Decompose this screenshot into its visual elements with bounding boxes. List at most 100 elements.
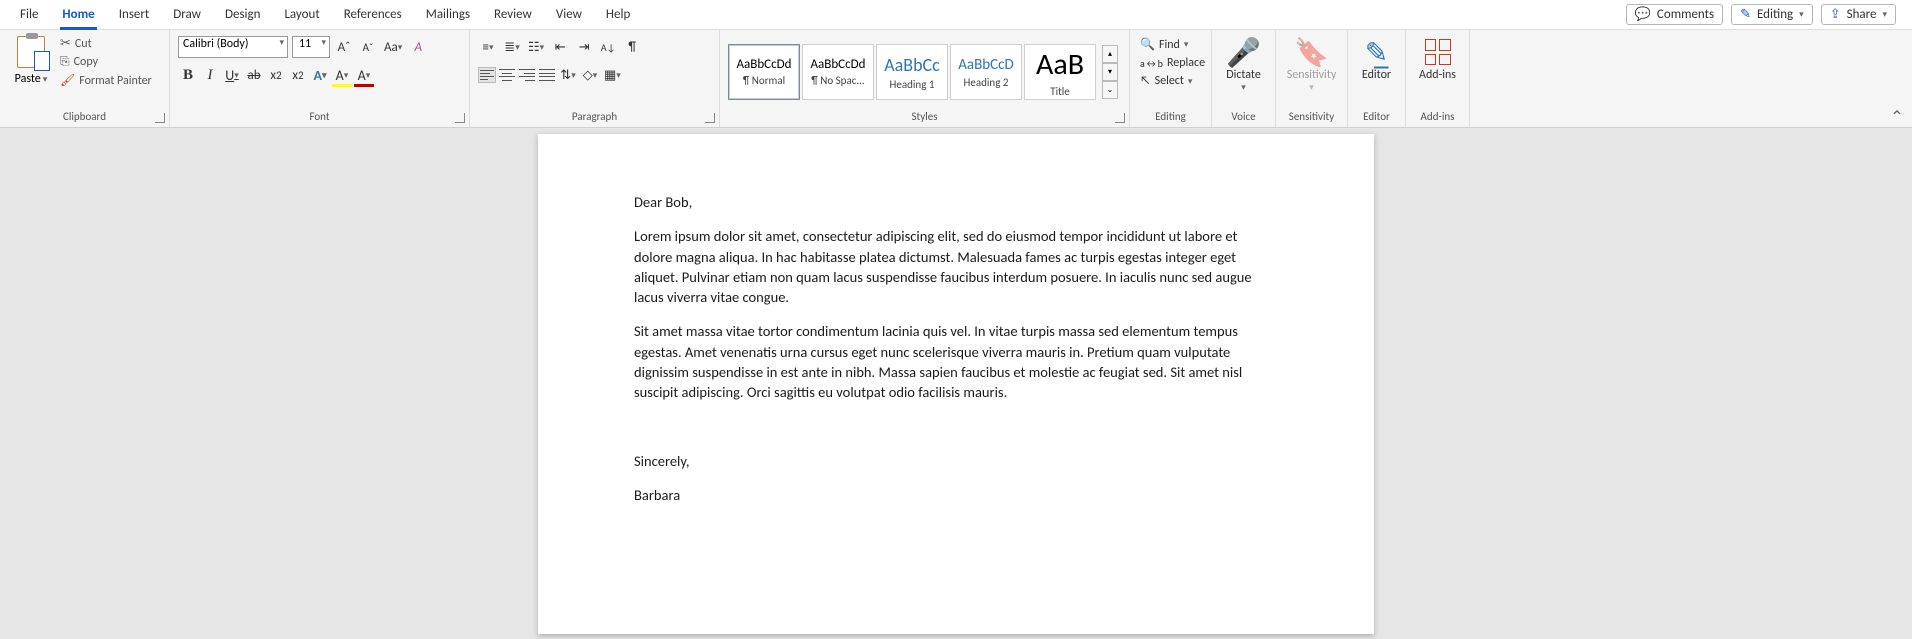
group-editor: ✎̲ Editor Editor xyxy=(1348,30,1406,127)
doc-greeting[interactable]: Dear Bob, xyxy=(634,192,1278,212)
style-preview: AaBbCcDd xyxy=(737,57,792,74)
tab-review[interactable]: Review xyxy=(482,0,544,30)
text-effects-button[interactable]: A▾ xyxy=(310,64,330,86)
sort-button[interactable]: A↓ xyxy=(598,36,618,58)
font-color-swatch xyxy=(354,84,374,87)
tab-references[interactable]: References xyxy=(332,0,414,30)
tab-mailings[interactable]: Mailings xyxy=(414,0,482,30)
underline-button[interactable]: U▾ xyxy=(222,64,242,86)
chevron-down-icon: ▾ xyxy=(1188,76,1193,87)
font-color-button[interactable]: A▾ xyxy=(354,64,374,86)
dialog-launcher-icon[interactable] xyxy=(1115,113,1125,123)
style-tile-title[interactable]: AaBTitle xyxy=(1024,44,1096,100)
highlight-swatch xyxy=(332,84,352,87)
document-page[interactable]: Dear Bob, Lorem ipsum dolor sit amet, co… xyxy=(538,134,1374,634)
editor-button[interactable]: ✎̲ Editor xyxy=(1356,36,1397,82)
select-button[interactable]: ↖Select▾ xyxy=(1138,73,1207,89)
multilevel-list-button[interactable]: ☷▾ xyxy=(526,36,546,58)
bullets-button[interactable]: ≡▾ xyxy=(478,36,498,58)
comments-button[interactable]: 💬 Comments xyxy=(1626,4,1723,25)
tab-home[interactable]: Home xyxy=(50,0,106,30)
style-tile---no-spac---[interactable]: AaBbCcDd¶ No Spac... xyxy=(802,44,874,100)
doc-signature[interactable]: Barbara xyxy=(634,485,1278,505)
dialog-launcher-icon[interactable] xyxy=(455,113,465,123)
editor-icon: ✎̲ xyxy=(1365,36,1388,68)
group-label: Font xyxy=(309,110,329,123)
find-button[interactable]: 🔍Find▾ xyxy=(1138,36,1207,53)
ribbon: Paste▾ ✂Cut ⎘Copy 🖌Format Painter Clipbo… xyxy=(0,30,1912,128)
subscript-button[interactable]: x2 xyxy=(266,64,286,86)
replace-icon: a↔b xyxy=(1140,57,1163,70)
clear-formatting-button[interactable]: A xyxy=(408,36,428,58)
bold-button[interactable]: B xyxy=(178,64,198,86)
tab-insert[interactable]: Insert xyxy=(107,0,162,30)
styles-expand[interactable]: ⌄ xyxy=(1102,81,1118,99)
align-left-button[interactable] xyxy=(478,67,496,83)
paste-label: Paste xyxy=(15,72,41,86)
share-button[interactable]: ⇪ Share ▾ xyxy=(1821,4,1896,25)
chevron-down-icon: ▾ xyxy=(234,70,239,81)
style-name: Heading 1 xyxy=(890,78,935,91)
italic-button[interactable]: I xyxy=(200,64,220,86)
doc-blank[interactable] xyxy=(634,417,1278,437)
clipboard-icon xyxy=(17,36,45,68)
align-center-button[interactable] xyxy=(498,67,516,83)
paste-button[interactable]: Paste▾ xyxy=(8,36,54,86)
pencil-icon: ✎ xyxy=(1740,7,1751,22)
chevron-down-icon: ▾ xyxy=(1241,82,1246,93)
chevron-down-icon: ▾ xyxy=(322,70,327,81)
dictate-button[interactable]: 🎤 Dictate ▾ xyxy=(1220,36,1267,93)
group-label: Paragraph xyxy=(572,110,617,123)
cut-label: Cut xyxy=(75,37,92,51)
superscript-button[interactable]: x2 xyxy=(288,64,308,86)
tab-design[interactable]: Design xyxy=(213,0,272,30)
group-label: Editing xyxy=(1130,108,1211,127)
editing-mode-button[interactable]: ✎ Editing ▾ xyxy=(1731,4,1813,25)
addins-button[interactable]: Add-ins xyxy=(1414,36,1461,82)
align-right-button[interactable] xyxy=(518,67,536,83)
styles-scroll-down[interactable]: ▾ xyxy=(1102,63,1118,81)
tab-draw[interactable]: Draw xyxy=(161,0,213,30)
tab-view[interactable]: View xyxy=(544,0,594,30)
strikethrough-button[interactable]: ab xyxy=(244,64,264,86)
collapse-ribbon-button[interactable]: ⌃ xyxy=(1882,30,1912,127)
line-spacing-button[interactable]: ⇅▾ xyxy=(558,64,578,86)
style-tile---normal[interactable]: AaBbCcDd¶ Normal xyxy=(728,44,800,100)
doc-closing[interactable]: Sincerely, xyxy=(634,451,1278,471)
topright-actions: 💬 Comments ✎ Editing ▾ ⇪ Share ▾ xyxy=(1626,4,1904,25)
justify-button[interactable] xyxy=(538,67,556,83)
numbering-button[interactable]: ≣▾ xyxy=(502,36,522,58)
dialog-launcher-icon[interactable] xyxy=(155,113,165,123)
tab-help[interactable]: Help xyxy=(594,0,642,30)
cut-button[interactable]: ✂ Cut xyxy=(60,36,152,51)
styles-scroll-up[interactable]: ▴ xyxy=(1102,45,1118,63)
cursor-icon: ↖ xyxy=(1140,74,1151,88)
copy-button[interactable]: ⎘Copy xyxy=(60,55,152,69)
grow-font-button[interactable]: Aˆ xyxy=(334,36,354,58)
group-styles: AaBbCcDd¶ NormalAaBbCcDd¶ No Spac...AaBb… xyxy=(720,30,1130,127)
sensitivity-label: Sensitivity xyxy=(1287,68,1337,82)
dialog-launcher-icon[interactable] xyxy=(705,113,715,123)
style-tile-heading-2[interactable]: AaBbCcDHeading 2 xyxy=(950,44,1022,100)
doc-paragraph-2[interactable]: Sit amet massa vitae tortor condimentum … xyxy=(634,321,1278,402)
format-painter-button[interactable]: 🖌Format Painter xyxy=(60,73,152,88)
doc-paragraph-1[interactable]: Lorem ipsum dolor sit amet, consectetur … xyxy=(634,226,1278,307)
group-label: Voice xyxy=(1212,108,1275,127)
highlight-button[interactable]: A▾ xyxy=(332,64,352,86)
change-case-button[interactable]: Aa▾ xyxy=(382,36,404,58)
font-size-combo[interactable]: 11 xyxy=(292,36,330,58)
increase-indent-button[interactable]: ⇥ xyxy=(574,36,594,58)
shading-button[interactable]: ◇▾ xyxy=(580,64,600,86)
show-marks-button[interactable]: ¶ xyxy=(622,36,642,58)
shrink-font-button[interactable]: Aˇ xyxy=(358,36,378,58)
font-name-combo[interactable]: Calibri (Body) xyxy=(178,36,288,58)
decrease-indent-button[interactable]: ⇤ xyxy=(550,36,570,58)
replace-button[interactable]: a↔bReplace xyxy=(1138,55,1207,71)
borders-button[interactable]: ▦▾ xyxy=(602,64,623,86)
style-tile-heading-1[interactable]: AaBbCcHeading 1 xyxy=(876,44,948,100)
group-addins: Add-ins Add-ins xyxy=(1406,30,1470,127)
tab-layout[interactable]: Layout xyxy=(272,0,331,30)
font-size-value: 11 xyxy=(299,37,311,51)
tab-file[interactable]: File xyxy=(8,0,50,30)
scissors-icon: ✂ xyxy=(60,36,71,51)
